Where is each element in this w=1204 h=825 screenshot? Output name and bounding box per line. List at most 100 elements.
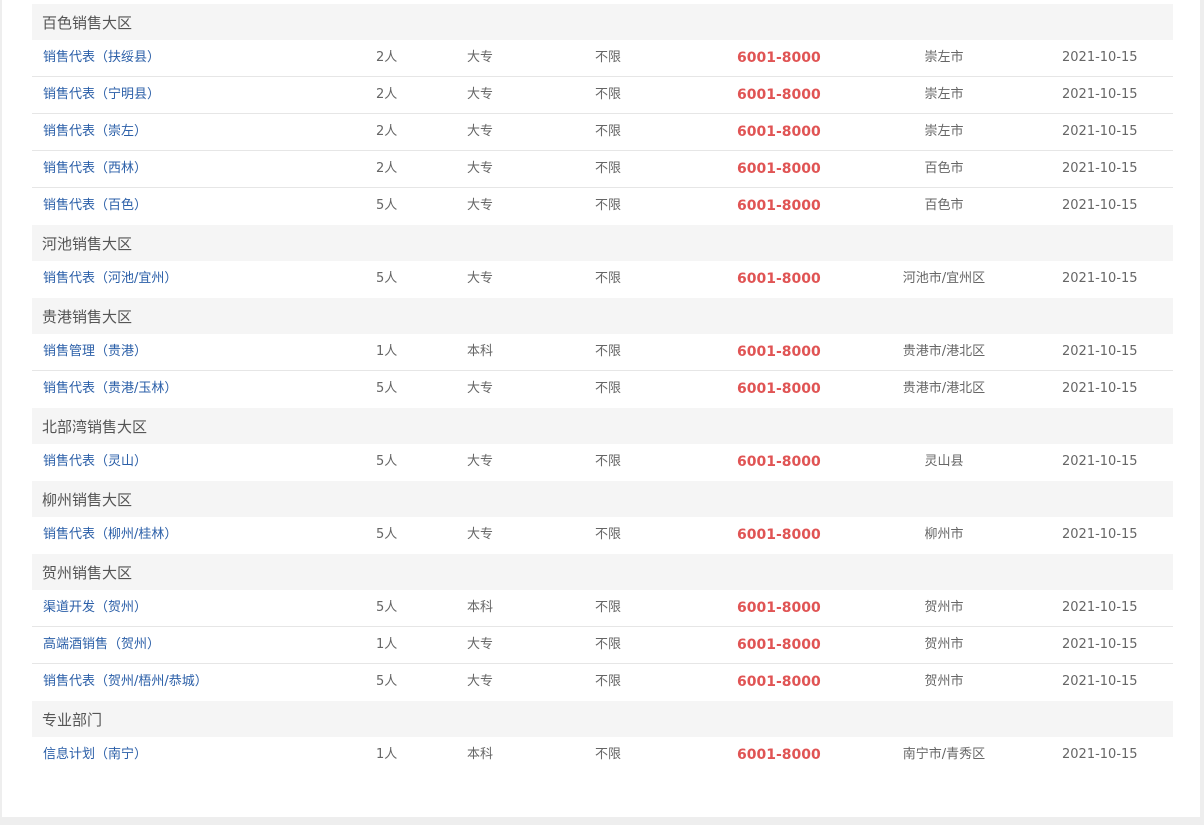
experience-requirement: 不限 — [595, 454, 622, 469]
job-row: 销售代表（柳州/桂林） 5人 大专 不限 6001-8000 柳州市 2021-10-15 — [32, 517, 1173, 554]
headcount: 2人 — [376, 124, 398, 139]
publish-date: 2021-10-15 — [1062, 454, 1138, 469]
work-location: 南宁市/青秀区 — [902, 747, 986, 762]
education-requirement: 大专 — [467, 271, 494, 286]
job-row: 销售代表（崇左） 2人 大专 不限 6001-8000 崇左市 2021-10-15 — [32, 114, 1173, 151]
education-requirement: 本科 — [467, 747, 494, 762]
job-row: 信息计划（南宁） 1人 本科 不限 6001-8000 南宁市/青秀区 2021-10-15 — [32, 737, 1173, 774]
publish-date: 2021-10-15 — [1062, 747, 1138, 762]
headcount: 5人 — [376, 600, 398, 615]
salary-range: 6001-8000 — [737, 637, 821, 653]
education-requirement: 大专 — [467, 87, 494, 102]
salary-range: 6001-8000 — [737, 124, 821, 140]
headcount: 5人 — [376, 674, 398, 689]
job-title-link[interactable]: 渠道开发（贺州） — [43, 590, 147, 626]
publish-date: 2021-10-15 — [1062, 674, 1138, 689]
education-requirement: 大专 — [467, 50, 494, 65]
experience-requirement: 不限 — [595, 198, 622, 213]
publish-date: 2021-10-15 — [1062, 344, 1138, 359]
experience-requirement: 不限 — [595, 271, 622, 286]
job-title-link[interactable]: 销售代表（崇左） — [43, 114, 147, 150]
headcount: 2人 — [376, 87, 398, 102]
job-row: 销售管理（贵港） 1人 本科 不限 6001-8000 贵港市/港北区 2021-10-15 — [32, 334, 1173, 371]
education-requirement: 大专 — [467, 454, 494, 469]
experience-requirement: 不限 — [595, 161, 622, 176]
salary-range: 6001-8000 — [737, 381, 821, 397]
job-title-link[interactable]: 销售代表（河池/宜州） — [43, 261, 177, 297]
job-row: 销售代表（西林） 2人 大专 不限 6001-8000 百色市 2021-10-15 — [32, 151, 1173, 188]
headcount: 2人 — [376, 50, 398, 65]
job-title-link[interactable]: 销售管理（贵港） — [43, 334, 147, 370]
job-title-link[interactable]: 销售代表（柳州/桂林） — [43, 517, 177, 553]
experience-requirement: 不限 — [595, 87, 622, 102]
education-requirement: 大专 — [467, 381, 494, 396]
work-location: 贺州市 — [924, 674, 964, 689]
salary-range: 6001-8000 — [737, 674, 821, 690]
education-requirement: 本科 — [467, 600, 494, 615]
education-requirement: 大专 — [467, 674, 494, 689]
education-requirement: 大专 — [467, 161, 494, 176]
salary-range: 6001-8000 — [737, 87, 821, 103]
salary-range: 6001-8000 — [737, 161, 821, 177]
job-title-link[interactable]: 销售代表（灵山） — [43, 444, 147, 480]
publish-date: 2021-10-15 — [1062, 50, 1138, 65]
group-header: 柳州销售大区 — [32, 481, 1173, 517]
group-header: 贵港销售大区 — [32, 298, 1173, 334]
job-title-link[interactable]: 销售代表（扶绥县） — [43, 40, 160, 76]
education-requirement: 大专 — [467, 637, 494, 652]
salary-range: 6001-8000 — [737, 50, 821, 66]
job-row: 高端酒销售（贺州） 1人 大专 不限 6001-8000 贺州市 2021-10-15 — [32, 627, 1173, 664]
job-row: 销售代表（贺州/梧州/恭城） 5人 大专 不限 6001-8000 贺州市 2021-10-… — [32, 664, 1173, 701]
education-requirement: 本科 — [467, 344, 494, 359]
job-title-link[interactable]: 销售代表（贵港/玉林） — [43, 371, 177, 407]
work-location: 崇左市 — [924, 124, 964, 139]
job-row: 销售代表（宁明县） 2人 大专 不限 6001-8000 崇左市 2021-10-15 — [32, 77, 1173, 114]
headcount: 2人 — [376, 161, 398, 176]
experience-requirement: 不限 — [595, 344, 622, 359]
experience-requirement: 不限 — [595, 674, 622, 689]
publish-date: 2021-10-15 — [1062, 271, 1138, 286]
work-location: 贺州市 — [924, 637, 964, 652]
job-title-link[interactable]: 高端酒销售（贺州） — [43, 627, 160, 663]
salary-range: 6001-8000 — [737, 344, 821, 360]
job-row: 销售代表（灵山） 5人 大专 不限 6001-8000 灵山县 2021-10-15 — [32, 444, 1173, 481]
job-row: 销售代表（百色） 5人 大专 不限 6001-8000 百色市 2021-10-15 — [32, 188, 1173, 225]
group-header: 北部湾销售大区 — [32, 408, 1173, 444]
education-requirement: 大专 — [467, 124, 494, 139]
job-listing-table: 百色销售大区 销售代表（扶绥县） 2人 大专 不限 6001-8000 崇左市 2021-10… — [32, 4, 1173, 774]
salary-range: 6001-8000 — [737, 198, 821, 214]
job-title-link[interactable]: 销售代表（西林） — [43, 151, 147, 187]
education-requirement: 大专 — [467, 527, 494, 542]
group-header: 贺州销售大区 — [32, 554, 1173, 590]
job-title-link[interactable]: 信息计划（南宁） — [43, 737, 147, 773]
job-row: 销售代表（贵港/玉林） 5人 大专 不限 6001-8000 贵港市/港北区 2021-10… — [32, 371, 1173, 408]
salary-range: 6001-8000 — [737, 454, 821, 470]
publish-date: 2021-10-15 — [1062, 124, 1138, 139]
publish-date: 2021-10-15 — [1062, 161, 1138, 176]
publish-date: 2021-10-15 — [1062, 600, 1138, 615]
group-header: 专业部门 — [32, 701, 1173, 737]
content-panel: 百色销售大区 销售代表（扶绥县） 2人 大专 不限 6001-8000 崇左市 2021-10… — [2, 0, 1200, 817]
work-location: 河池市/宜州区 — [902, 271, 986, 286]
education-requirement: 大专 — [467, 198, 494, 213]
job-row: 渠道开发（贺州） 5人 本科 不限 6001-8000 贺州市 2021-10-15 — [32, 590, 1173, 627]
group-header: 河池销售大区 — [32, 225, 1173, 261]
work-location: 贵港市/港北区 — [902, 381, 986, 396]
headcount: 1人 — [376, 747, 398, 762]
salary-range: 6001-8000 — [737, 271, 821, 287]
work-location: 柳州市 — [924, 527, 964, 542]
work-location: 贵港市/港北区 — [902, 344, 986, 359]
job-title-link[interactable]: 销售代表（贺州/梧州/恭城） — [43, 664, 208, 700]
group-header: 百色销售大区 — [32, 4, 1173, 40]
publish-date: 2021-10-15 — [1062, 637, 1138, 652]
job-title-link[interactable]: 销售代表（百色） — [43, 188, 147, 224]
work-location: 崇左市 — [924, 87, 964, 102]
work-location: 灵山县 — [924, 454, 964, 469]
headcount: 5人 — [376, 454, 398, 469]
publish-date: 2021-10-15 — [1062, 198, 1138, 213]
headcount: 5人 — [376, 198, 398, 213]
job-row: 销售代表（河池/宜州） 5人 大专 不限 6001-8000 河池市/宜州区 2021-10… — [32, 261, 1173, 298]
headcount: 5人 — [376, 271, 398, 286]
job-title-link[interactable]: 销售代表（宁明县） — [43, 77, 160, 113]
salary-range: 6001-8000 — [737, 600, 821, 616]
